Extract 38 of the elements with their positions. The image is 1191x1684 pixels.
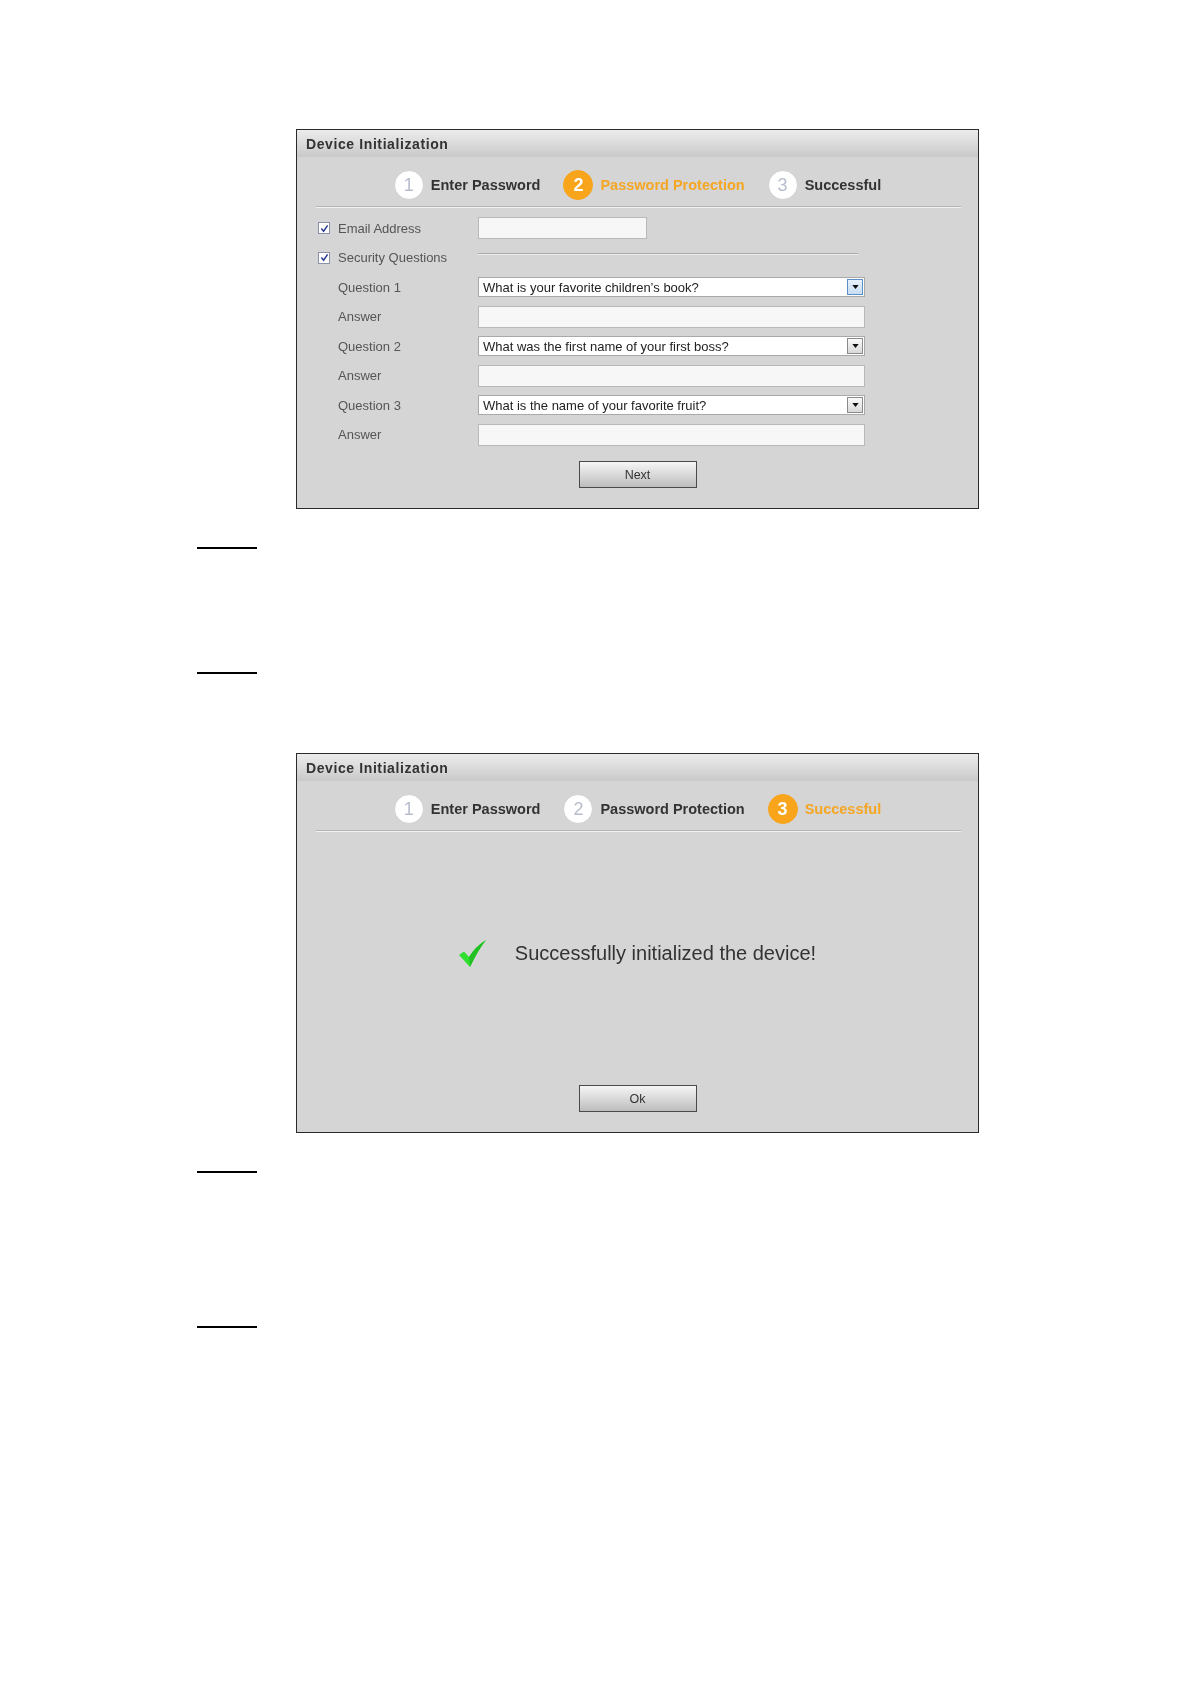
- field-label: Answer: [338, 427, 383, 442]
- checkbox[interactable]: [318, 222, 330, 234]
- step-number: 3: [767, 170, 798, 200]
- field-label: Answer: [338, 368, 383, 383]
- step-number: 2: [563, 170, 594, 200]
- field-label: Question 1: [338, 279, 402, 295]
- caret-icon[interactable]: [847, 338, 863, 354]
- step-label: Password Protection: [600, 177, 745, 193]
- question-dropdown[interactable]: What is your favorite children’s book?: [478, 277, 865, 297]
- email-field[interactable]: [478, 217, 647, 239]
- step-label: Successful: [804, 177, 882, 193]
- step-number: 3: [767, 794, 798, 824]
- answer-field[interactable]: [478, 305, 865, 328]
- step-label: Enter Password: [430, 177, 541, 193]
- success-message: Successfully initialized the device!: [514, 941, 817, 965]
- answer-field[interactable]: [478, 423, 865, 446]
- field-label: Question 3: [338, 397, 402, 413]
- step-label: Password Protection: [600, 801, 745, 817]
- step-label: Enter Password: [430, 801, 541, 817]
- step-number: 1: [393, 170, 424, 200]
- field-label: Answer: [338, 309, 383, 324]
- field-label: Question 2: [338, 338, 402, 354]
- question-dropdown[interactable]: What is the name of your favorite fruit?: [478, 395, 865, 415]
- step-number: 1: [393, 794, 424, 824]
- caret-icon[interactable]: [847, 279, 863, 295]
- field-label: Email Address: [338, 220, 423, 236]
- step-number: 2: [563, 794, 594, 824]
- caret-icon[interactable]: [847, 397, 863, 413]
- field-label: Security Questions: [338, 250, 449, 265]
- ok-button[interactable]: Ok: [578, 1085, 697, 1112]
- dialog-title: Device Initialization: [306, 759, 449, 776]
- step-label: Successful: [804, 801, 882, 817]
- dialog-title: Device Initialization: [306, 135, 449, 152]
- next-button[interactable]: Next: [578, 461, 697, 488]
- question-dropdown[interactable]: What was the first name of your first boss?: [478, 336, 865, 356]
- checkmark-icon: [458, 939, 486, 967]
- checkbox[interactable]: [318, 251, 330, 264]
- answer-field[interactable]: [478, 364, 865, 387]
